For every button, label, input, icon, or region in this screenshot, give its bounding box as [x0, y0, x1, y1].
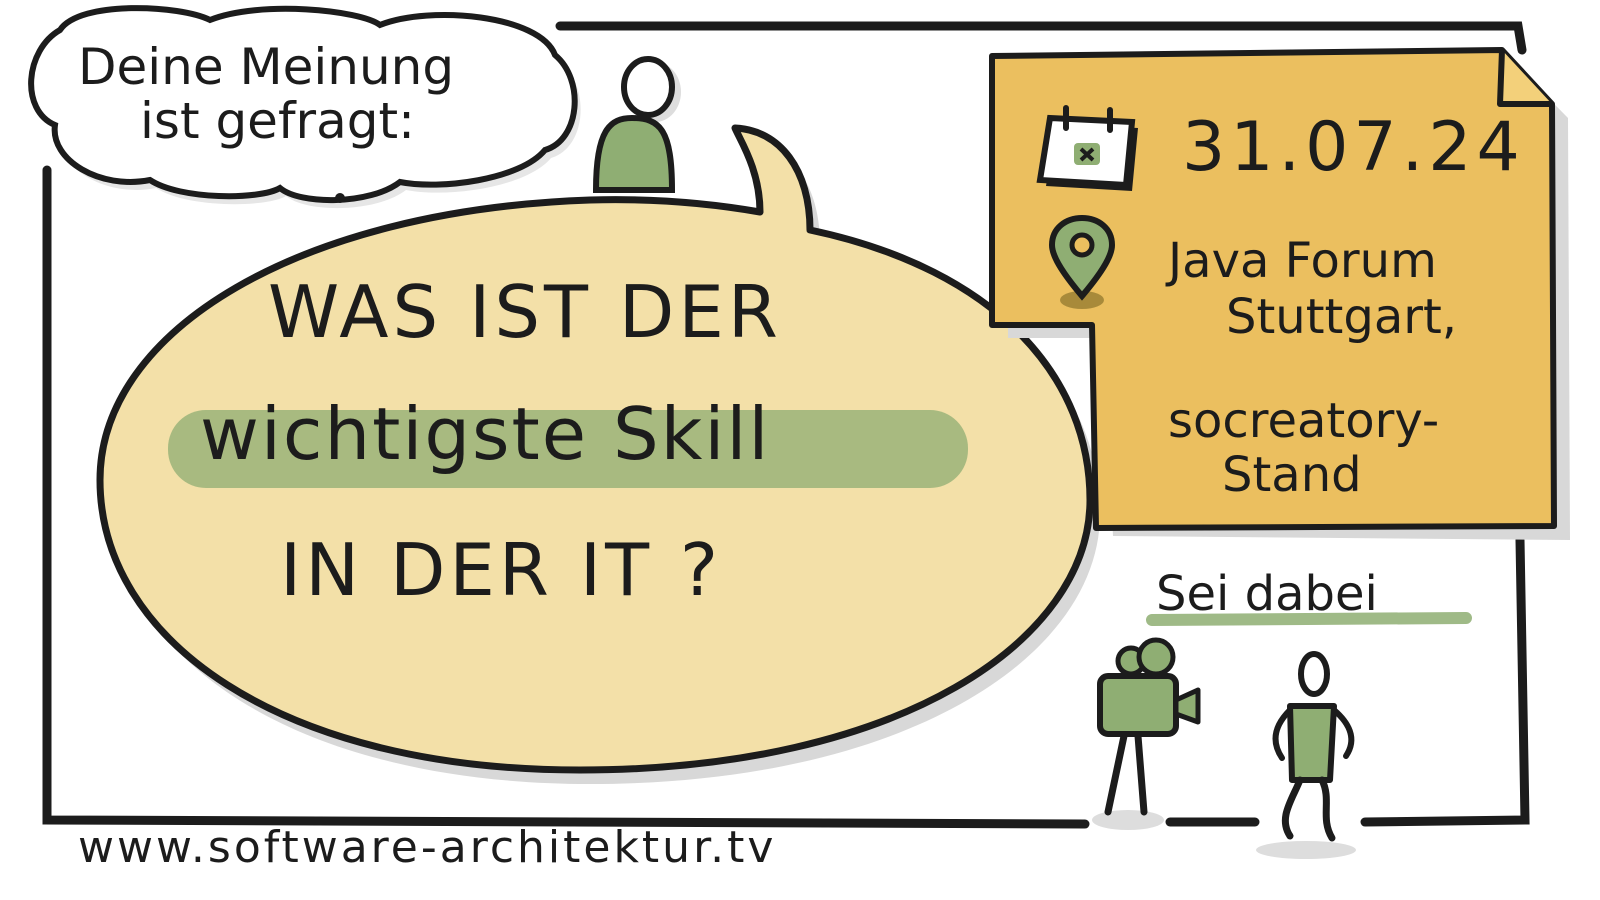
question-line-3: IN DER IT ? [280, 528, 723, 612]
call-to-action: Sei dabei [1156, 566, 1378, 622]
thought-line-2: ist gefragt: [140, 92, 415, 150]
camera-icon [1092, 637, 1201, 830]
sketchnote-scene: Deine Meinung ist gefragt: WAS IST DER w… [0, 0, 1600, 900]
thought-text: Deine Meinung ist gefragt: [78, 40, 454, 148]
question-line-2: wichtigste Skill [200, 392, 771, 476]
venue-line-1: Java Forum [1168, 233, 1437, 289]
event-date: 31.07.24 [1182, 108, 1525, 187]
thought-line-1: Deine Meinung [78, 38, 455, 96]
calendar-icon [1036, 105, 1138, 191]
venue-line-3: socreatory- [1168, 393, 1440, 449]
venue-line-4: Stand [1222, 447, 1362, 503]
walking-person-icon [1256, 651, 1356, 859]
question-line-1: WAS IST DER [268, 270, 782, 354]
website-url[interactable]: www.software-architektur.tv [78, 822, 776, 873]
person-icon [592, 56, 681, 193]
venue-line-2: Stuttgart, [1226, 289, 1458, 345]
